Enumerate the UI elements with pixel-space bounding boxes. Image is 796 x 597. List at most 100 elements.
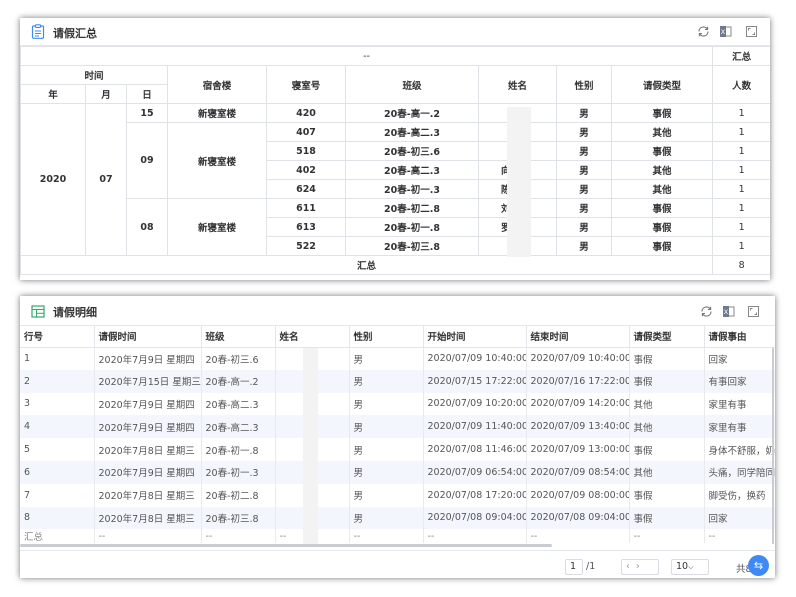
leave-summary-table: -- 汇总 时间 宿舍楼 寝室号 班级 姓名 性别 请假类型 人数年月日 2020 07 15 新寝室楼 4… (20, 46, 770, 275)
page-nav-buttons: ‹› (621, 559, 659, 575)
table-row[interactable]: 1 2020年7月9日 星期四 20春-初三.6 男 2020/07/09 10:40:… (20, 347, 775, 370)
detail-table-header: 行号 请假时间 班级 姓名 性别 开始时间 结束时间 请假类型 请假事由 (20, 326, 775, 348)
table-cell: 2020/07/08 11:46:00 (423, 438, 527, 461)
excel-export-icon[interactable]: X (719, 25, 732, 38)
table-row[interactable]: 2 2020年7月15日 星期三 20春-高一.2 男 2020/07/15 17:22… (20, 369, 775, 393)
column-header[interactable]: 性别 (349, 326, 424, 348)
column-header[interactable]: 请假类型 (629, 326, 705, 348)
day-cell: 08 (126, 198, 168, 256)
table-cell: 2020年7月8日 星期三 (94, 438, 202, 461)
table-cell: 男 (349, 369, 424, 393)
prev-page-icon[interactable]: ‹ (626, 561, 636, 572)
leave-type-cell: 其他 (610, 179, 714, 199)
vertical-scrollbar[interactable] (772, 348, 774, 544)
clipboard-icon (31, 24, 45, 39)
summary-cell: -- (629, 529, 705, 544)
column-header[interactable]: 班级 (201, 326, 276, 348)
room-cell: 407 (266, 122, 346, 142)
refresh-icon[interactable] (700, 305, 713, 318)
next-page-icon[interactable]: › (636, 561, 646, 572)
class-cell: 20春-高一.2 (345, 103, 479, 123)
leave-type-cell: 事假 (610, 198, 714, 218)
gender-cell: 男 (556, 217, 612, 237)
table-cell: 5 (20, 438, 95, 461)
fullscreen-icon[interactable] (747, 305, 760, 318)
table-cell: 事假 (629, 347, 705, 370)
leave-type-cell: 事假 (610, 236, 714, 256)
count-cell: 1 (712, 179, 770, 199)
fullscreen-icon[interactable] (745, 25, 758, 38)
redaction-block (303, 348, 318, 544)
table-cell: 2020/07/09 10:40:00 (423, 347, 527, 370)
leave-detail-panel: 请假明细 X 行号 请假时间 班级 姓名 性别 开始时间 结束时间 请假类型 请假事由 1 202… (20, 296, 775, 578)
refresh-icon[interactable] (697, 25, 710, 38)
gender-cell: 男 (556, 103, 612, 123)
table-cell: 2020年7月9日 星期四 (94, 347, 202, 370)
table-cell: 2020/07/09 06:54:00 (423, 460, 527, 484)
column-header[interactable]: 开始时间 (423, 326, 527, 348)
table-row[interactable]: 7 2020年7月8日 星期三 20春-初二.8 男 2020/07/08 17:20:… (20, 483, 775, 507)
total-value: 8 (712, 255, 770, 275)
table-cell: 20春-初一.3 (201, 460, 276, 484)
page-size-select[interactable]: 10⌵ (671, 559, 709, 575)
svg-text:X: X (721, 28, 726, 36)
table-cell: 事假 (629, 483, 705, 507)
leave-type-cell: 其他 (610, 160, 714, 180)
column-header[interactable]: 姓名 (275, 326, 350, 348)
column-header[interactable]: 结束时间 (526, 326, 630, 348)
summary-row: 08 新寝室楼 611 20春-初二.8 刘男事假 1 (21, 198, 770, 256)
table-cell: 事假 (629, 369, 705, 393)
column-header[interactable]: 请假事由 (704, 326, 775, 348)
horizontal-scrollbar[interactable] (20, 544, 552, 547)
header-month: 月 (85, 84, 127, 104)
leave-type-cell: 其他 (610, 122, 714, 142)
building-cell: 新寝室楼 (167, 198, 267, 256)
table-cell: 身体不舒服，奶 (704, 438, 775, 461)
table-cell: 2020年7月8日 星期三 (94, 506, 202, 530)
summary-cell: -- (704, 529, 775, 544)
header-name: 姓名 (478, 65, 557, 104)
table-row[interactable]: 3 2020年7月9日 星期四 20春-高二.3 男 2020/07/09 10:20:… (20, 392, 775, 416)
summary-cell: -- (526, 529, 630, 544)
table-cell: 头痛，同学陪同 (704, 460, 775, 484)
room-cell: 611 (266, 198, 346, 218)
leave-type-cell: 事假 (610, 141, 714, 161)
class-cell: 20春-初三.6 (345, 141, 479, 161)
table-row[interactable]: 5 2020年7月8日 星期三 20春-初一.8 男 2020/07/08 11:46:… (20, 438, 775, 461)
table-cell: 男 (349, 347, 424, 370)
table-cell: 20春-高一.2 (201, 369, 276, 393)
excel-export-icon[interactable]: X (722, 305, 735, 318)
header-room: 寝室号 (266, 65, 346, 104)
day-cell: 09 (126, 122, 168, 199)
summary-row: 09 新寝室楼 407 20春-高二.3 男其他 1 (21, 122, 770, 199)
month-cell: 07 (85, 103, 127, 256)
table-cell: 2020年7月9日 星期四 (94, 392, 202, 416)
table-cell: 2020/07/09 08:54:00 (526, 460, 630, 484)
room-cell: 402 (266, 160, 346, 180)
settings-fab-icon[interactable]: ⇆ (748, 555, 769, 576)
current-page-input[interactable]: 1 (565, 559, 583, 575)
chevron-down-icon: ⌵ (688, 563, 694, 571)
header-time: 时间 (20, 65, 168, 85)
summary-panel-title: 请假汇总 (53, 27, 97, 40)
summary-top-center: -- (20, 46, 714, 66)
summary-cell: -- (201, 529, 276, 544)
table-cell: 20春-初一.8 (201, 438, 276, 461)
table-row[interactable]: 8 2020年7月8日 星期三 20春-初三.8 男 2020/07/08 09:04:… (20, 506, 775, 530)
header-gender: 性别 (556, 65, 612, 104)
table-row[interactable]: 4 2020年7月9日 星期四 20春-高二.3 男 2020/07/09 11:40:… (20, 415, 775, 439)
building-cell: 新寝室楼 (167, 103, 267, 123)
redaction-block (507, 107, 531, 257)
table-cell: 家里有事 (704, 415, 775, 439)
table-cell: 其他 (629, 460, 705, 484)
day-cell: 15 (126, 103, 168, 123)
table-row[interactable]: 6 2020年7月9日 星期四 20春-初一.3 男 2020/07/09 06:54:… (20, 460, 775, 484)
column-header[interactable]: 请假时间 (94, 326, 202, 348)
table-cell: 回家 (704, 506, 775, 530)
summary-cell: -- (349, 529, 424, 544)
pagination-bar: 1 /1 ‹› 10⌵ 共8 ⇆ (20, 550, 775, 578)
table-cell: 4 (20, 415, 95, 439)
building-cell: 新寝室楼 (167, 122, 267, 199)
year-cell: 2020 (20, 103, 86, 256)
column-header[interactable]: 行号 (20, 326, 95, 348)
